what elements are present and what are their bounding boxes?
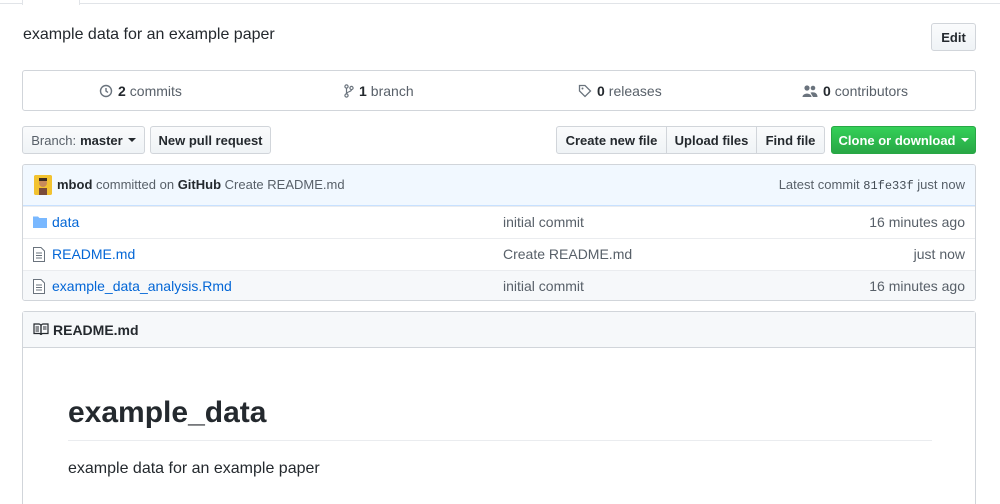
readme-filename: README.md bbox=[53, 322, 139, 338]
commit-sha[interactable]: 81fe33f bbox=[863, 179, 913, 193]
latest-commit-label: Latest commit bbox=[778, 177, 860, 192]
contributors-label: contributors bbox=[834, 82, 908, 99]
tag-icon bbox=[578, 84, 592, 97]
history-icon bbox=[99, 84, 113, 97]
releases-count: 0 bbox=[597, 82, 605, 99]
branch-icon bbox=[344, 83, 354, 98]
commit-age: just now bbox=[917, 177, 965, 192]
branch-select-button[interactable]: Branch: master bbox=[22, 126, 145, 154]
file-row: example_data_analysis.Rmd initial commit… bbox=[23, 270, 975, 300]
readme-paragraph: example data for an example paper bbox=[68, 460, 320, 477]
heading-divider bbox=[68, 440, 932, 441]
edit-button[interactable]: Edit bbox=[931, 23, 976, 51]
file-age: just now bbox=[913, 246, 965, 262]
repo-summary-bar: 2 commits 1 branch 0 releases 0 contribu… bbox=[22, 70, 976, 111]
file-commit-message[interactable]: Create README.md bbox=[503, 246, 632, 262]
find-file-button[interactable]: Find file bbox=[756, 126, 825, 154]
file-name[interactable]: data bbox=[52, 214, 79, 230]
branch-name: master bbox=[80, 132, 123, 148]
repo-description: example data for an example paper bbox=[23, 26, 275, 43]
readme-heading: example_data bbox=[68, 396, 267, 429]
latest-commit-bar: mbod committed on GitHub Create README.m… bbox=[23, 165, 975, 206]
file-commit-message[interactable]: initial commit bbox=[503, 278, 584, 294]
commits-count: 2 bbox=[118, 82, 126, 99]
readme-header: README.md bbox=[23, 312, 975, 348]
commit-message[interactable]: Create README.md bbox=[225, 177, 345, 192]
commit-summary: mbod committed on GitHub Create README.m… bbox=[57, 177, 345, 192]
file-name[interactable]: README.md bbox=[52, 246, 135, 262]
readme-panel: README.md example_data example data for … bbox=[22, 311, 976, 504]
caret-down-icon bbox=[960, 138, 969, 142]
folder-icon bbox=[33, 216, 47, 228]
people-icon bbox=[802, 84, 818, 97]
file-row: README.md Create README.md just now bbox=[23, 238, 975, 270]
avatar[interactable] bbox=[34, 175, 52, 195]
releases-label: releases bbox=[608, 82, 662, 99]
book-icon bbox=[33, 323, 49, 336]
file-row: data initial commit 16 minutes ago bbox=[23, 206, 975, 238]
releases-link[interactable]: 0 releases bbox=[578, 71, 662, 110]
contributors-count: 0 bbox=[823, 82, 831, 99]
file-name[interactable]: example_data_analysis.Rmd bbox=[52, 278, 232, 294]
branches-link[interactable]: 1 branch bbox=[344, 71, 414, 110]
committed-on-text: committed on bbox=[96, 177, 175, 192]
file-age: 16 minutes ago bbox=[869, 214, 965, 230]
branch-prefix: Branch: bbox=[31, 132, 77, 148]
branches-count: 1 bbox=[359, 82, 367, 99]
commits-link[interactable]: 2 commits bbox=[99, 71, 182, 110]
commits-label: commits bbox=[129, 82, 182, 99]
caret-down-icon bbox=[127, 138, 136, 142]
new-pull-request-button[interactable]: New pull request bbox=[150, 126, 271, 154]
commit-platform: GitHub bbox=[177, 177, 222, 192]
avatar-image bbox=[34, 175, 52, 195]
upload-files-button[interactable]: Upload files bbox=[666, 126, 757, 154]
create-new-file-button[interactable]: Create new file bbox=[556, 126, 667, 154]
commit-author[interactable]: mbod bbox=[57, 177, 92, 192]
latest-commit-info: Latest commit 81fe33f just now bbox=[779, 177, 965, 193]
file-text-icon bbox=[33, 247, 45, 262]
file-text-icon bbox=[33, 279, 45, 294]
clone-or-download-button[interactable]: Clone or download bbox=[831, 126, 976, 154]
file-table: mbod committed on GitHub Create README.m… bbox=[22, 164, 976, 301]
file-commit-message[interactable]: initial commit bbox=[503, 214, 584, 230]
contributors-link[interactable]: 0 contributors bbox=[802, 71, 908, 110]
file-actions-group: Create new file Upload files Find file bbox=[556, 126, 825, 154]
selected-tab-stub[interactable] bbox=[22, 0, 80, 5]
branches-label: branch bbox=[370, 82, 414, 99]
file-age: 16 minutes ago bbox=[869, 278, 965, 294]
clone-label: Clone or download bbox=[838, 132, 956, 148]
top-tab-rule bbox=[0, 0, 1000, 4]
